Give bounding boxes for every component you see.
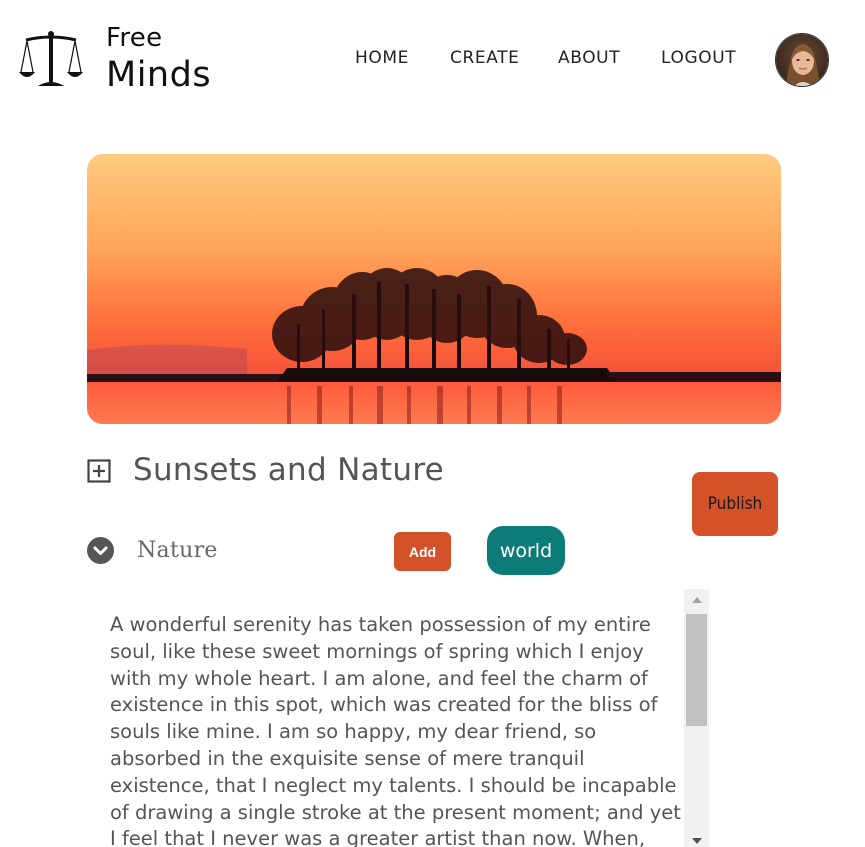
nav-create-link[interactable]: CREATE bbox=[450, 48, 519, 68]
brand-line-2: Minds bbox=[106, 55, 212, 95]
plus-square-icon[interactable] bbox=[87, 459, 111, 483]
nav-home-link[interactable]: HOME bbox=[355, 48, 409, 68]
scales-logo-icon[interactable] bbox=[18, 28, 84, 94]
chevron-down-circle-icon[interactable] bbox=[87, 537, 114, 564]
scroll-down-arrow-icon[interactable] bbox=[684, 834, 709, 847]
textarea-scrollbar[interactable] bbox=[684, 589, 709, 847]
tag-chip[interactable]: world bbox=[487, 526, 565, 575]
publish-button[interactable]: Publish bbox=[692, 472, 778, 536]
scroll-thumb[interactable] bbox=[686, 614, 707, 726]
add-tag-button[interactable]: Add bbox=[394, 532, 451, 571]
nav-about-link[interactable]: ABOUT bbox=[558, 48, 620, 68]
brand-line-1: Free bbox=[106, 23, 163, 53]
nav-logout-link[interactable]: LOGOUT bbox=[661, 48, 736, 68]
post-title[interactable]: Sunsets and Nature bbox=[133, 452, 444, 488]
brand-name[interactable]: Free Minds bbox=[106, 22, 211, 96]
post-cover-image bbox=[87, 154, 781, 424]
scroll-up-arrow-icon[interactable] bbox=[684, 589, 709, 611]
category-select[interactable]: Nature bbox=[137, 538, 218, 563]
post-body-textarea[interactable]: A wonderful serenity has taken possessio… bbox=[110, 612, 682, 847]
user-avatar[interactable] bbox=[775, 33, 829, 87]
